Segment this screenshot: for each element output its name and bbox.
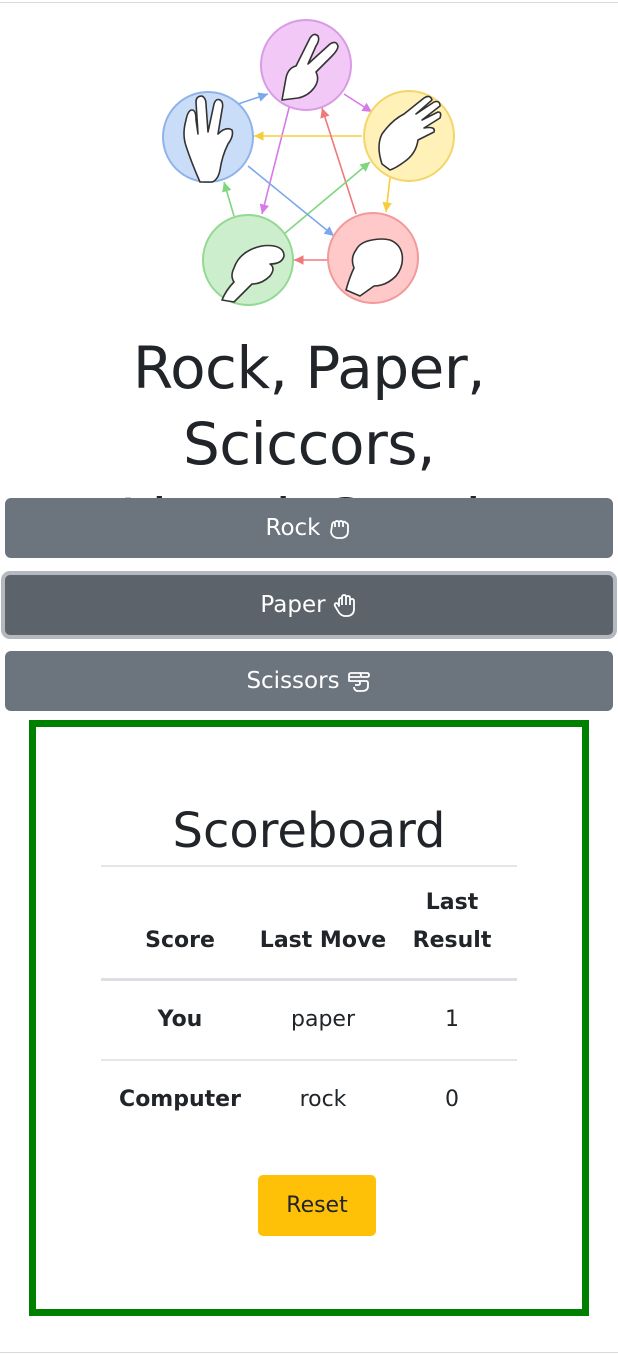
hand-scissors-icon: [346, 668, 372, 694]
header-last-result: Last Result: [412, 890, 492, 953]
arrow-paper-to-rock: [382, 177, 392, 213]
row-player: Computer: [119, 1087, 241, 1112]
rock-button-label: Rock: [265, 515, 321, 541]
table-header-row: Score Last Move Last Result: [101, 865, 517, 981]
scoreboard-title: Scoreboard: [172, 803, 446, 859]
hand-rock-icon: [326, 515, 352, 541]
row-last-move: paper: [291, 1007, 355, 1032]
header-score: Score: [145, 928, 215, 953]
row-last-result: 0: [445, 1087, 459, 1112]
hand-paper-icon: [332, 592, 358, 618]
reset-button[interactable]: Reset: [258, 1175, 376, 1236]
arrow-scissors-to-paper: [343, 93, 373, 113]
rock-button[interactable]: Rock: [5, 498, 613, 558]
row-player: You: [157, 1007, 203, 1032]
rpsls-diagram: [162, 19, 455, 306]
paper-button[interactable]: Paper: [1, 571, 617, 639]
scoreboard-panel: Scoreboard Score Last Move Last Result Y…: [29, 720, 589, 1316]
arrow-lizard-to-spock: [222, 181, 235, 217]
paper-button-label: Paper: [260, 592, 326, 618]
header-last-move: Last Move: [259, 928, 387, 953]
scissors-button[interactable]: Scissors: [5, 651, 613, 711]
row-last-move: rock: [299, 1087, 347, 1112]
page: Rock, Paper, Sciccors, Lizard, Spock Roc…: [0, 0, 618, 1354]
scissors-button-label: Scissors: [246, 668, 340, 694]
bottom-divider: [0, 1352, 618, 1353]
table-row: You paper 1: [101, 981, 517, 1059]
row-last-result: 1: [445, 1007, 459, 1032]
table-row: Computer rock 0: [101, 1059, 517, 1139]
top-divider: [0, 2, 618, 3]
scoreboard-table: Score Last Move Last Result You paper 1 …: [101, 865, 517, 1139]
title-line-1: Rock, Paper, Sciccors,: [132, 334, 486, 478]
